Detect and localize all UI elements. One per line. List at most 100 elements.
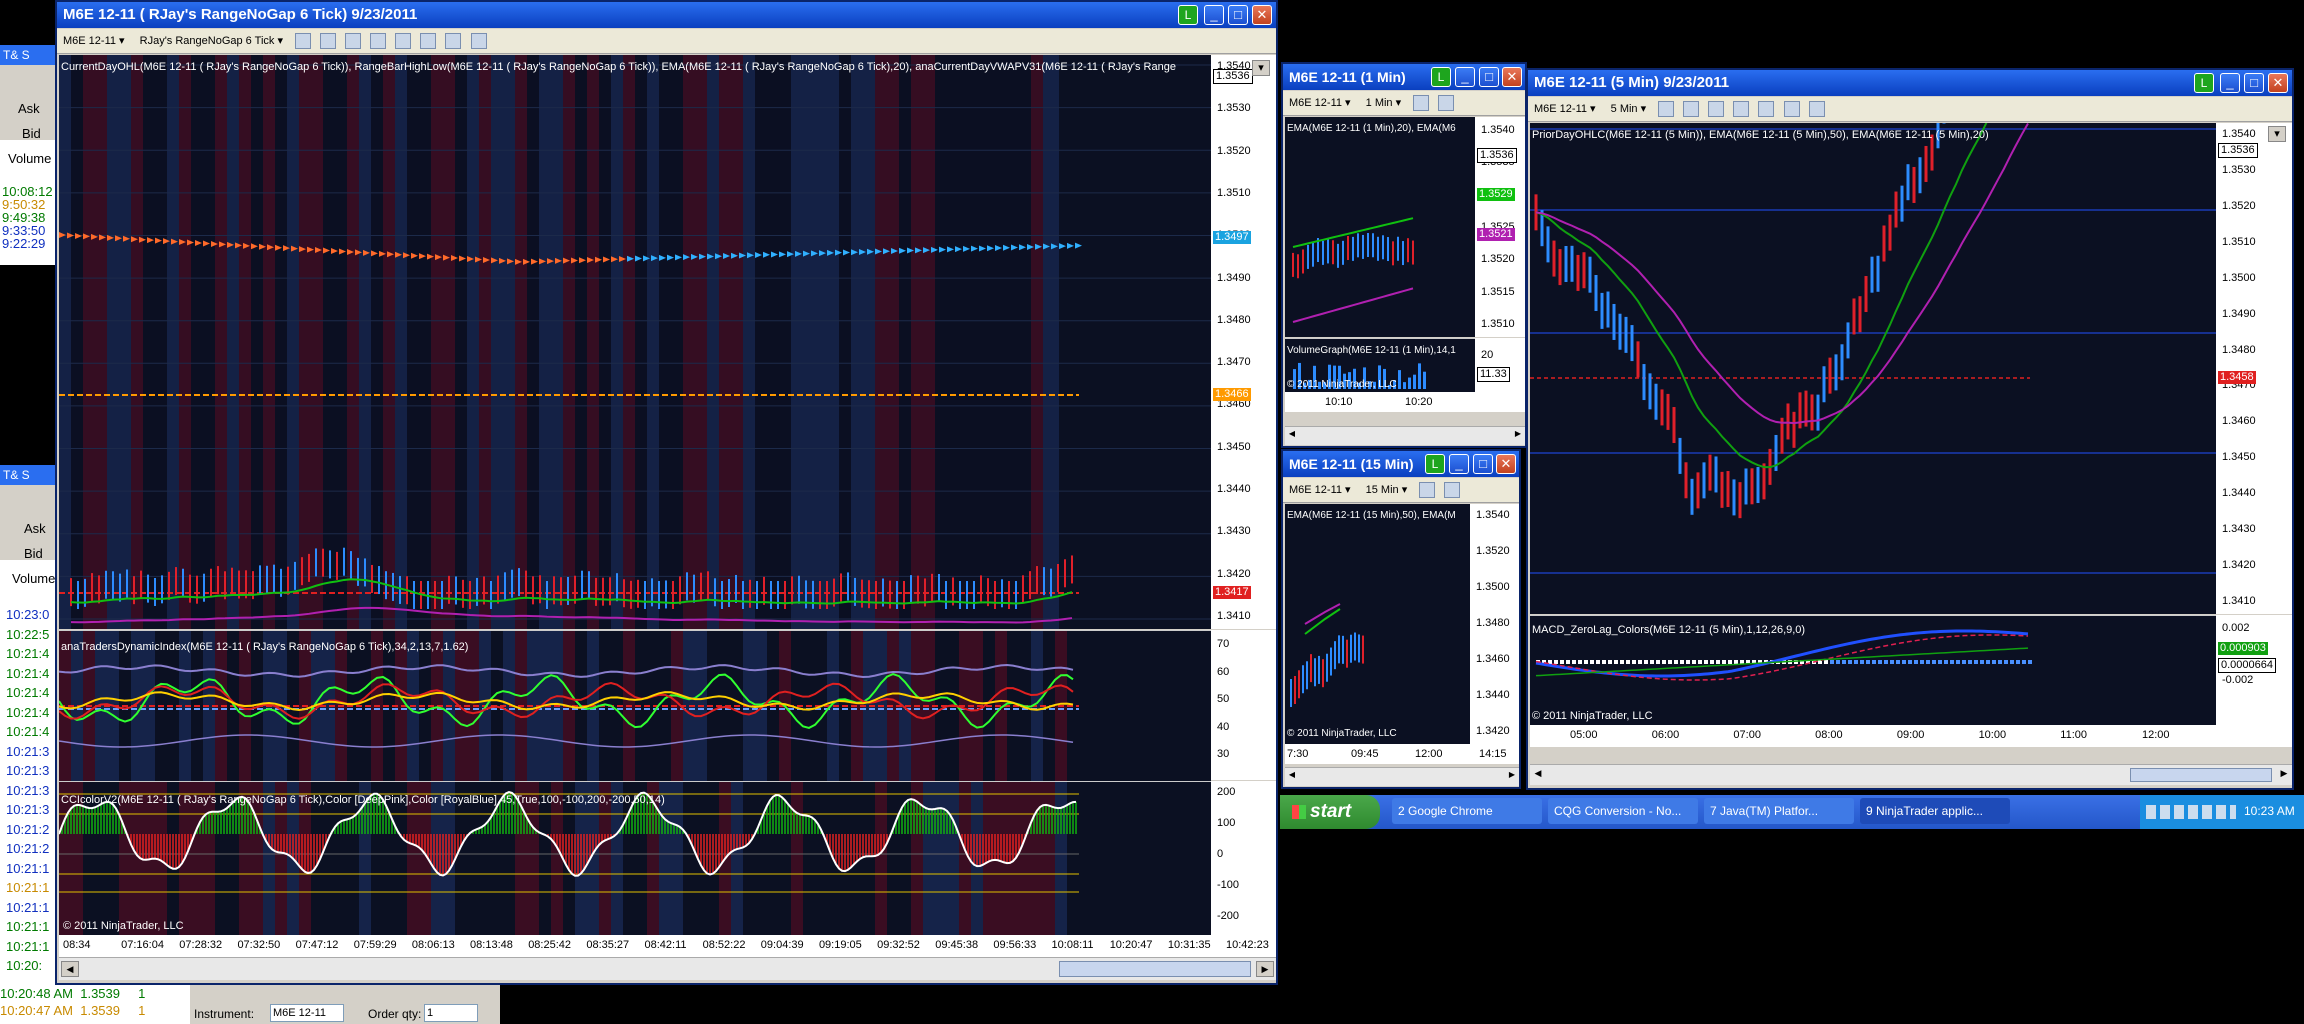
instrument-dropdown[interactable]: M6E 12-11 ▾ [57, 29, 131, 53]
1min-scroll-left-icon[interactable]: ◀ [1286, 429, 1298, 441]
taskbar-java[interactable]: 7 Java(TM) Platfor... [1704, 798, 1854, 824]
5min-maximize-button[interactable]: □ [2244, 73, 2264, 93]
main-copyright: © 2011 NinjaTrader, LLC [63, 920, 184, 932]
5min-scroll-left-icon[interactable]: ◀ [1531, 768, 1545, 782]
data-box-icon[interactable] [470, 33, 487, 50]
15min-scroll-right-icon[interactable]: ▶ [1506, 770, 1518, 782]
macd-dot [1614, 660, 1618, 664]
session-stripe [419, 55, 431, 629]
1min-draw-icon[interactable] [1438, 95, 1455, 112]
tray-icons[interactable] [2146, 805, 2236, 819]
15min-pencil-icon[interactable] [1444, 482, 1461, 499]
taskbar-cqg[interactable]: CQG Conversion - No... [1548, 798, 1698, 824]
session-stripe [251, 55, 263, 629]
main-title-bar[interactable]: M6E 12-11 ( RJay's RangeNoGap 6 Tick) 9/… [57, 2, 1276, 28]
period-dropdown[interactable]: RJay's RangeNoGap 6 Tick ▾ [134, 29, 289, 53]
5min-link-button[interactable]: L [2194, 73, 2214, 93]
scroll-left-icon[interactable]: ◀ [61, 961, 79, 977]
1min-minimize-button[interactable]: _ [1455, 67, 1475, 87]
session-stripe [899, 55, 911, 629]
15min-maximize-button[interactable]: □ [1473, 454, 1493, 474]
tns-title-bar[interactable]: T& S [0, 45, 56, 65]
properties-icon[interactable] [395, 33, 412, 50]
tns2-volume-label: Volume [12, 571, 56, 586]
strategies-icon[interactable] [445, 33, 462, 50]
1min-price-panel[interactable]: EMA(M6E 12-11 (1 Min),20), EMA(M6 [1285, 117, 1475, 337]
tns2-title-bar[interactable]: T& S [0, 465, 56, 485]
5min-price-panel[interactable]: PriorDayOHLC(M6E 12-11 (5 Min)), EMA(M6E… [1530, 123, 2216, 614]
pencil-icon[interactable] [320, 33, 337, 50]
5min-minimize-button[interactable]: _ [2220, 73, 2240, 93]
macd-dot [2028, 660, 2032, 664]
close-button[interactable]: ✕ [1252, 5, 1272, 25]
5min-close-button[interactable]: ✕ [2268, 73, 2288, 93]
15min-instrument-dropdown[interactable]: M6E 12-11 ▾ [1283, 478, 1357, 502]
15min-scrollbar[interactable]: ◀ ▶ [1285, 767, 1519, 786]
1min-pencil-icon[interactable] [1413, 95, 1430, 112]
tdi-panel[interactable]: anaTradersDynamicIndex(M6E 12-11 ( RJay'… [59, 630, 1211, 781]
scroll-thumb[interactable] [1059, 961, 1251, 977]
minimize-button[interactable]: _ [1204, 5, 1224, 25]
cursor-icon[interactable] [370, 33, 387, 50]
taskbar-chrome[interactable]: 2 Google Chrome [1392, 798, 1542, 824]
1min-link-button[interactable]: L [1431, 67, 1451, 87]
bar-type-icon[interactable] [295, 33, 312, 50]
5min-title-bar[interactable]: M6E 12-11 (5 Min) 9/23/2011 [1528, 70, 2292, 96]
5min-scroll-right-icon[interactable]: ▶ [2277, 768, 2291, 782]
15min-price-panel[interactable]: EMA(M6E 12-11 (15 Min),50), EMA(M © 2011… [1285, 504, 1470, 744]
5min-draw-icon[interactable] [1683, 101, 1700, 118]
tns-row: 10:21:4 [6, 704, 50, 720]
session-stripe [299, 55, 311, 629]
5min-strategies-icon[interactable] [1783, 101, 1800, 118]
1min-instrument-dropdown[interactable]: M6E 12-11 ▾ [1283, 91, 1357, 115]
scroll-right-icon[interactable]: ▶ [1256, 961, 1274, 977]
1min-close-button[interactable]: ✕ [1502, 67, 1522, 87]
5min-instrument-dropdown[interactable]: M6E 12-11 ▾ [1528, 97, 1602, 121]
15min-period-dropdown[interactable]: 15 Min ▾ [1360, 478, 1414, 502]
15min-close-button[interactable]: ✕ [1496, 454, 1516, 474]
1min-volume-bar [1403, 382, 1406, 389]
5min-toolbar: M6E 12-11 ▾ 5 Min ▾ [1528, 97, 2292, 122]
5min-data-box-icon[interactable] [1808, 101, 1825, 118]
maximize-button[interactable]: □ [1228, 5, 1248, 25]
main-scrollbar[interactable]: ◀ ▶ [59, 957, 1276, 980]
1min-scrollbar[interactable]: ◀ ▶ [1285, 426, 1525, 445]
15min-time-tick: 7:30 [1287, 748, 1309, 760]
5min-price-tick: 1.3530 [2222, 163, 2256, 176]
cci-tick: -200 [1217, 910, 1240, 922]
1min-volume-panel[interactable]: VolumeGraph(M6E 12-11 (1 Min),14,1 © 201… [1285, 338, 1475, 393]
main-time-tick: 07:28:32 [179, 939, 223, 951]
main-time-tick: 10:08:11 [1051, 939, 1094, 951]
1min-scroll-right-icon[interactable]: ▶ [1512, 429, 1524, 441]
indicators-icon[interactable] [420, 33, 437, 50]
5min-indicators-icon[interactable] [1758, 101, 1775, 118]
15min-scroll-left-icon[interactable]: ◀ [1286, 770, 1298, 782]
macd-dot [1722, 660, 1726, 664]
main-price-panel[interactable]: CurrentDayOHL(M6E 12-11 ( RJay's RangeNo… [59, 55, 1211, 629]
cci-panel[interactable]: CCIcolorV2(M6E 12-11 ( RJay's RangeNoGap… [59, 781, 1211, 936]
taskbar-ninjatrader[interactable]: 9 NinjaTrader applic... [1860, 798, 2010, 824]
session-stripe [779, 55, 791, 629]
link-button[interactable]: L [1178, 5, 1198, 25]
session-stripe [659, 55, 671, 629]
15min-bar-icon[interactable] [1419, 482, 1436, 499]
order-qty-input[interactable]: 1 [424, 1004, 478, 1022]
5min-panel-dropdown-icon[interactable]: ▾ [2268, 126, 2286, 142]
5min-properties-icon[interactable] [1733, 101, 1750, 118]
1min-period-dropdown[interactable]: 1 Min ▾ [1360, 91, 1407, 115]
15min-link-button[interactable]: L [1425, 454, 1445, 474]
start-button[interactable]: start [1280, 795, 1380, 829]
5min-pencil-icon[interactable] [1658, 101, 1675, 118]
5min-macd-panel[interactable]: MACD_ZeroLag_Colors(M6E 12-11 (5 Min),1,… [1530, 615, 2216, 726]
instrument-select[interactable]: M6E 12-11 [270, 1004, 344, 1022]
5min-price-tick: 1.3420 [2222, 559, 2256, 572]
taskbar-clock[interactable]: 10:23 AM [2244, 804, 2295, 818]
5min-scrollbar[interactable]: ◀ ▶ [1530, 764, 2292, 785]
5min-period-dropdown[interactable]: 5 Min ▾ [1605, 97, 1652, 121]
drawing-tools-icon[interactable] [345, 33, 362, 50]
1min-maximize-button[interactable]: □ [1479, 67, 1499, 87]
5min-scroll-thumb[interactable] [2130, 768, 2272, 782]
5min-cursor-icon[interactable] [1708, 101, 1725, 118]
panel-dropdown-arrow-icon[interactable]: ▾ [1252, 60, 1270, 76]
15min-minimize-button[interactable]: _ [1449, 454, 1469, 474]
